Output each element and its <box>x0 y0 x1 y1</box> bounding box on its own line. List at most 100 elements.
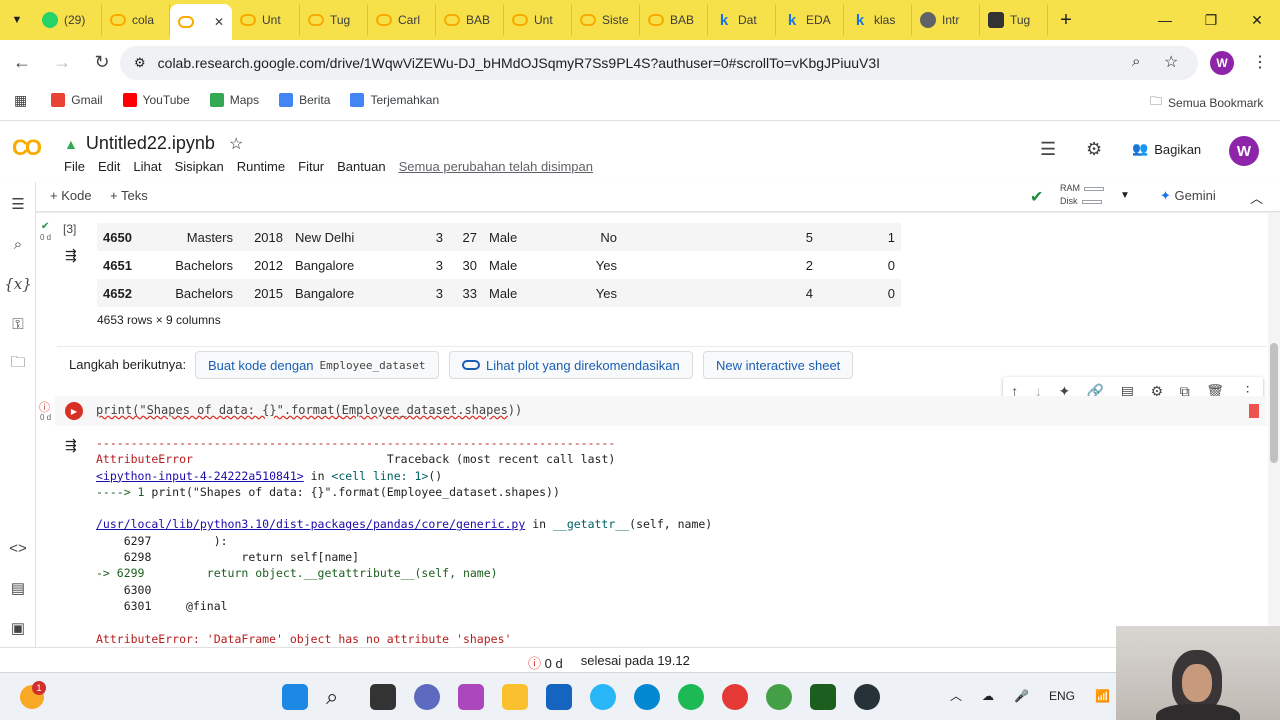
browser-tab[interactable]: Tug <box>300 4 368 36</box>
drive-icon[interactable]: ▲ <box>64 136 78 152</box>
omnibox[interactable]: ⚙ colab.research.google.com/drive/1WqwVi… <box>120 46 1198 80</box>
ipython-input-link[interactable]: <ipython-input-4-24222a510841> <box>96 469 304 483</box>
user-avatar[interactable]: W <box>1229 136 1259 166</box>
restore-button[interactable]: ❐ <box>1188 0 1234 40</box>
minimize-button[interactable]: — <box>1142 0 1188 40</box>
generic-py-link[interactable]: /usr/local/lib/python3.10/dist-packages/… <box>96 517 525 531</box>
save-status-link[interactable]: Semua perubahan telah disimpan <box>399 159 593 174</box>
tab-search-button[interactable]: ▼ <box>0 0 34 40</box>
edge-icon[interactable] <box>634 684 660 710</box>
bookmark-item[interactable]: YouTube <box>122 93 190 107</box>
menu-item[interactable]: Edit <box>98 159 120 174</box>
browser-tab[interactable]: Unt <box>232 4 300 36</box>
task-view-icon[interactable] <box>370 684 396 710</box>
help-icon[interactable] <box>590 684 616 710</box>
wifi-icon[interactable]: 📶 <box>1095 689 1110 703</box>
execution-status[interactable]: ⓘ 0 d selesai pada 19.12 <box>528 653 690 672</box>
code-snippets-icon[interactable]: <> <box>8 538 28 558</box>
browser-tab[interactable]: k Dat <box>708 4 776 36</box>
spotify-icon[interactable] <box>678 684 704 710</box>
bookmark-item[interactable]: Terjemahkan <box>350 93 439 107</box>
chevron-up-icon[interactable]: ︿ <box>950 687 962 704</box>
bookmark-star-icon[interactable]: ☆ <box>1164 52 1178 72</box>
bookmark-item[interactable]: Berita <box>279 93 330 107</box>
code-cell[interactable]: ▶ print("Shapes of data: {}".format(Empl… <box>55 396 1267 426</box>
run-cell-button[interactable]: ▶ <box>65 402 83 420</box>
settings-icon[interactable]: ⚙ <box>1086 139 1102 160</box>
browser-tab[interactable]: Carl <box>368 4 436 36</box>
search-taskbar-icon[interactable]: ⌕ <box>326 684 352 710</box>
command-palette-icon[interactable]: ▤ <box>8 578 28 598</box>
new-tab-button[interactable]: + <box>1048 0 1084 40</box>
menu-item[interactable]: File <box>64 159 85 174</box>
menu-item[interactable]: Fitur <box>298 159 324 174</box>
menu-item[interactable]: Bantuan <box>337 159 385 174</box>
bookmark-item[interactable]: Gmail <box>51 93 103 107</box>
interactive-sheet-chip[interactable]: New interactive sheet <box>703 351 854 379</box>
apps-grid-icon[interactable]: ▦ <box>14 92 27 109</box>
collapse-header-icon[interactable]: ︿ <box>1250 188 1263 207</box>
back-button[interactable]: ← <box>4 45 40 81</box>
close-window-button[interactable]: ✕ <box>1234 0 1280 40</box>
add-text-button[interactable]: + Teks <box>110 188 148 203</box>
browser-tab[interactable]: ✕ <box>170 4 232 40</box>
variables-icon[interactable]: {x} <box>4 274 32 294</box>
menu-item[interactable]: Sisipkan <box>175 159 224 174</box>
chrome-profile-icon[interactable] <box>766 684 792 710</box>
add-code-button[interactable]: + Kode <box>50 188 92 203</box>
browser-tab[interactable]: BAB <box>640 4 708 36</box>
browser-tab[interactable]: Unt <box>504 4 572 36</box>
code-editor[interactable]: print("Shapes of data: {}".format(Employ… <box>96 403 522 417</box>
content-scrollbar[interactable] <box>1268 213 1280 647</box>
menu-item[interactable]: Runtime <box>237 159 285 174</box>
excel-icon[interactable] <box>810 684 836 710</box>
output-actions-icon-2[interactable]: ⇶ <box>65 437 77 454</box>
close-tab-icon[interactable]: ✕ <box>214 15 224 29</box>
recommended-plots-chip[interactable]: Lihat plot yang direkomendasikan <box>449 351 693 379</box>
menu-item[interactable]: Lihat <box>133 159 161 174</box>
gemini-button[interactable]: ✦ Gemini <box>1160 188 1216 204</box>
browser-tab[interactable]: Siste <box>572 4 640 36</box>
profile-avatar[interactable]: W <box>1210 51 1234 75</box>
obs-icon[interactable] <box>854 684 880 710</box>
browser-tab[interactable]: cola <box>102 4 170 36</box>
forward-button[interactable]: → <box>44 45 80 81</box>
microphone-icon[interactable]: 🎤 <box>1014 689 1029 703</box>
all-bookmarks-button[interactable]: 🗀 Semua Bookmark <box>1150 92 1263 113</box>
browser-tab[interactable]: k klas <box>844 4 912 36</box>
browser-tab[interactable]: (29) <box>34 4 102 36</box>
generate-code-chip[interactable]: Buat kode dengan Employee_dataset <box>195 351 439 379</box>
kebab-menu-icon[interactable]: ⋮ <box>1252 52 1268 72</box>
browser-tab[interactable]: k EDA <box>776 4 844 36</box>
bookmark-item[interactable]: Maps <box>209 93 259 107</box>
copilot-icon[interactable] <box>458 684 484 710</box>
zoom-icon[interactable]: ⌕ <box>1132 53 1140 70</box>
runtime-dropdown-icon[interactable]: ▼ <box>1120 190 1130 201</box>
reload-button[interactable]: ↻ <box>84 45 120 81</box>
start-windows-icon[interactable] <box>282 684 308 710</box>
comments-icon[interactable]: ☰ <box>1040 139 1056 160</box>
scroll-thumb[interactable] <box>1270 343 1278 463</box>
meet-icon[interactable] <box>414 684 440 710</box>
star-icon[interactable]: ☆ <box>229 134 243 154</box>
colab-logo[interactable]: CO <box>12 135 42 161</box>
resource-monitor[interactable]: RAM Disk <box>1060 182 1104 208</box>
key-icon[interactable]: ⚿ <box>8 314 28 334</box>
browser-tab[interactable]: Tug <box>980 4 1048 36</box>
file-explorer-icon[interactable] <box>502 684 528 710</box>
search-icon[interactable]: ⌕ <box>8 234 28 254</box>
site-info-icon[interactable]: ⚙ <box>134 55 146 71</box>
chrome-icon[interactable] <box>722 684 748 710</box>
share-button[interactable]: 👥 Bagikan <box>1132 141 1201 157</box>
terminal-icon[interactable]: ▣ <box>8 618 28 638</box>
store-icon[interactable] <box>546 684 572 710</box>
url-text[interactable]: colab.research.google.com/drive/1WqwViZE… <box>158 55 880 71</box>
files-folder-icon[interactable]: 🗀 <box>8 354 28 374</box>
notebook-title[interactable]: Untitled22.ipynb <box>86 133 215 154</box>
browser-tab[interactable]: BAB <box>436 4 504 36</box>
output-actions-icon[interactable]: ⇶ <box>65 247 77 264</box>
browser-tab[interactable]: Intr <box>912 4 980 36</box>
language-indicator[interactable]: ENG <box>1049 689 1075 703</box>
cloud-icon[interactable]: ☁ <box>982 689 994 703</box>
table-of-contents-icon[interactable]: ☰ <box>8 194 28 214</box>
